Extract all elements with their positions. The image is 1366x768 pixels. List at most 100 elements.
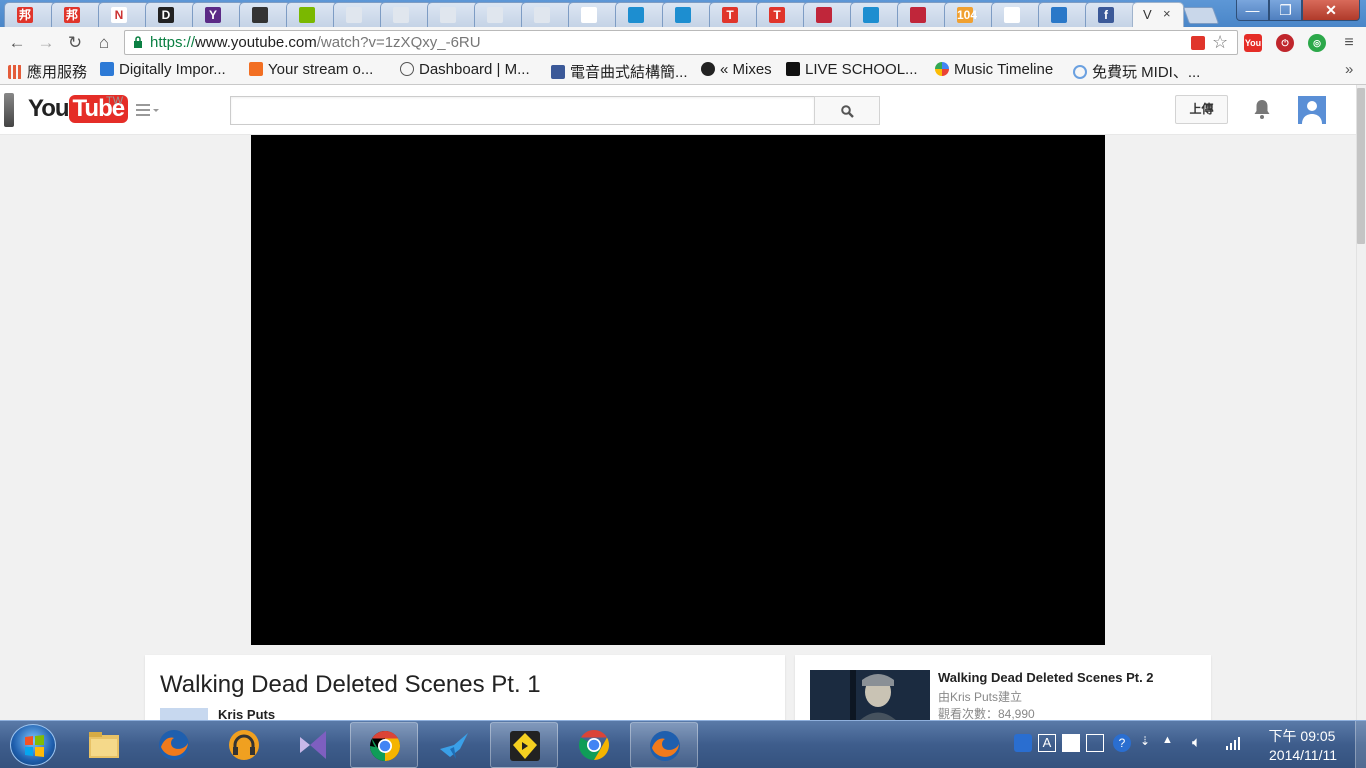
taskbar-headphones-app[interactable] (210, 722, 278, 768)
bookmark-item[interactable]: Digitally Impor... (100, 61, 226, 81)
browser-tab[interactable] (662, 2, 714, 27)
upload-button[interactable]: 上傳 (1175, 95, 1228, 124)
search-button[interactable] (814, 96, 880, 125)
bookmark-item[interactable]: 電音曲式結構簡... (551, 61, 688, 81)
taskbar-firefox[interactable] (140, 722, 208, 768)
tab-favicon-y-icon: Y (205, 7, 221, 23)
browser-tab[interactable] (521, 2, 573, 27)
notifications-bell-icon[interactable] (1252, 98, 1272, 120)
tray-app-icon[interactable] (1014, 734, 1032, 752)
taskbar-chrome[interactable] (350, 722, 418, 768)
home-button[interactable]: ⌂ (93, 32, 115, 54)
taskbar-bird-app[interactable] (420, 722, 488, 768)
browser-tab[interactable] (474, 2, 526, 27)
windows-logo-icon (25, 735, 44, 757)
related-video-thumbnail[interactable] (810, 670, 930, 725)
bookmark-item[interactable]: Music Timeline (935, 61, 1053, 81)
user-silhouette-icon (1302, 101, 1322, 124)
tab-favicon-wave-icon (675, 7, 691, 23)
browser-tab[interactable] (615, 2, 667, 27)
tray-ime-icon[interactable] (1062, 734, 1080, 752)
taskbar-chrome-2[interactable] (560, 722, 628, 768)
taskbar-yellow-app[interactable] (490, 722, 558, 768)
browser-tab[interactable] (427, 2, 479, 27)
volume-icon[interactable]: 🔈︎ (1192, 734, 1210, 752)
tab-favicon-d-icon: D (158, 7, 174, 23)
country-code: TW (106, 95, 124, 107)
browser-tab[interactable] (286, 2, 338, 27)
scrollbar-thumb[interactable] (1357, 88, 1365, 244)
minimize-button[interactable]: — (1236, 0, 1269, 21)
forward-button[interactable]: → (35, 32, 57, 54)
tray-keyboard-icon[interactable] (1086, 734, 1104, 752)
bookmark-item[interactable]: LIVE SCHOOL... (786, 61, 918, 81)
browser-tab[interactable]: f (1085, 2, 1137, 27)
green-extension-icon[interactable]: ◎ (1308, 34, 1326, 52)
bookmark-item[interactable]: Dashboard | M... (400, 61, 530, 81)
close-window-button[interactable]: ✕ (1302, 0, 1360, 21)
browser-tab[interactable] (803, 2, 855, 27)
browser-tab[interactable]: D (145, 2, 197, 27)
tab-favicon-wave-icon (863, 7, 879, 23)
show-desktop-button[interactable] (1355, 721, 1366, 768)
reload-button[interactable]: ↻ (64, 32, 86, 54)
avatar[interactable] (1298, 96, 1326, 124)
zombie-scene-thumbnail-art (810, 670, 930, 725)
maximize-button[interactable]: ❐ (1269, 0, 1302, 21)
browser-tab[interactable]: 邦 (51, 2, 103, 27)
browser-tab[interactable]: 104 (944, 2, 996, 27)
video-player[interactable] (251, 135, 1105, 645)
firefox-icon (159, 730, 189, 760)
clock-time[interactable]: 下午 09:05 (1262, 726, 1342, 746)
guide-menu-icon[interactable] (136, 103, 160, 117)
tab-close-icon[interactable]: × (1163, 6, 1171, 21)
help-icon[interactable]: ? (1113, 734, 1131, 752)
active-browser-tab[interactable]: V × (1132, 2, 1184, 27)
bookmark-item[interactable]: Your stream o... (249, 61, 373, 81)
tab-favicon-bulb-icon (393, 7, 409, 23)
browser-tab[interactable] (333, 2, 385, 27)
bookmark-item[interactable]: « Mixes (701, 61, 772, 81)
clock-date[interactable]: 2014/11/11 (1258, 747, 1348, 763)
folder-icon (89, 732, 119, 758)
browser-tab[interactable]: T (709, 2, 761, 27)
back-button[interactable]: ← (6, 32, 28, 54)
youtube-extension-icon[interactable]: You (1244, 34, 1262, 52)
bookmark-apps[interactable]: 應用服務 (8, 61, 87, 81)
bookmark-item[interactable]: 免費玩 MIDI、... (1073, 61, 1200, 81)
tray-font-icon[interactable]: A (1038, 734, 1056, 752)
browser-tab[interactable] (991, 2, 1043, 27)
tray-pen-icon[interactable]: ⇣ (1140, 734, 1158, 752)
taskbar-explorer[interactable] (70, 722, 138, 768)
bookmarks-overflow[interactable]: » (1345, 61, 1353, 81)
live-school-icon (786, 62, 800, 76)
browser-tab[interactable]: Y (192, 2, 244, 27)
show-hidden-icons-icon[interactable]: ▲ (1162, 734, 1180, 752)
browser-tab[interactable] (897, 2, 949, 27)
related-video-channel: 由Kris Puts建立 (938, 690, 1023, 704)
bookmark-star-icon[interactable]: ☆ (1212, 32, 1228, 53)
browser-tab[interactable] (239, 2, 291, 27)
active-tab-title: V (1143, 7, 1152, 22)
address-bar[interactable]: https://www.youtube.com/watch?v=1zXQxy_-… (124, 30, 1238, 55)
browser-tab[interactable]: T (756, 2, 808, 27)
power-extension-icon[interactable]: ⏻ (1276, 34, 1294, 52)
extension-flag-icon[interactable] (1191, 36, 1205, 50)
browser-tab[interactable] (1038, 2, 1090, 27)
headphones-icon (701, 62, 715, 76)
browser-tab[interactable]: N (98, 2, 150, 27)
browser-tab[interactable] (380, 2, 432, 27)
midi-icon (1073, 65, 1087, 79)
taskbar-visual-studio[interactable] (280, 722, 348, 768)
network-signal-icon[interactable] (1224, 734, 1242, 752)
browser-tab[interactable] (850, 2, 902, 27)
start-button[interactable] (10, 724, 56, 766)
taskbar-firefox-2[interactable] (630, 722, 698, 768)
menu-icon[interactable]: ≡ (1340, 34, 1358, 52)
search-input[interactable] (230, 96, 815, 125)
related-video-title[interactable]: Walking Dead Deleted Scenes Pt. 2 (938, 670, 1154, 685)
browser-tab[interactable] (568, 2, 620, 27)
google-icon (935, 62, 949, 76)
new-tab-button[interactable] (1182, 7, 1220, 24)
browser-tab[interactable]: 邦 (4, 2, 56, 27)
